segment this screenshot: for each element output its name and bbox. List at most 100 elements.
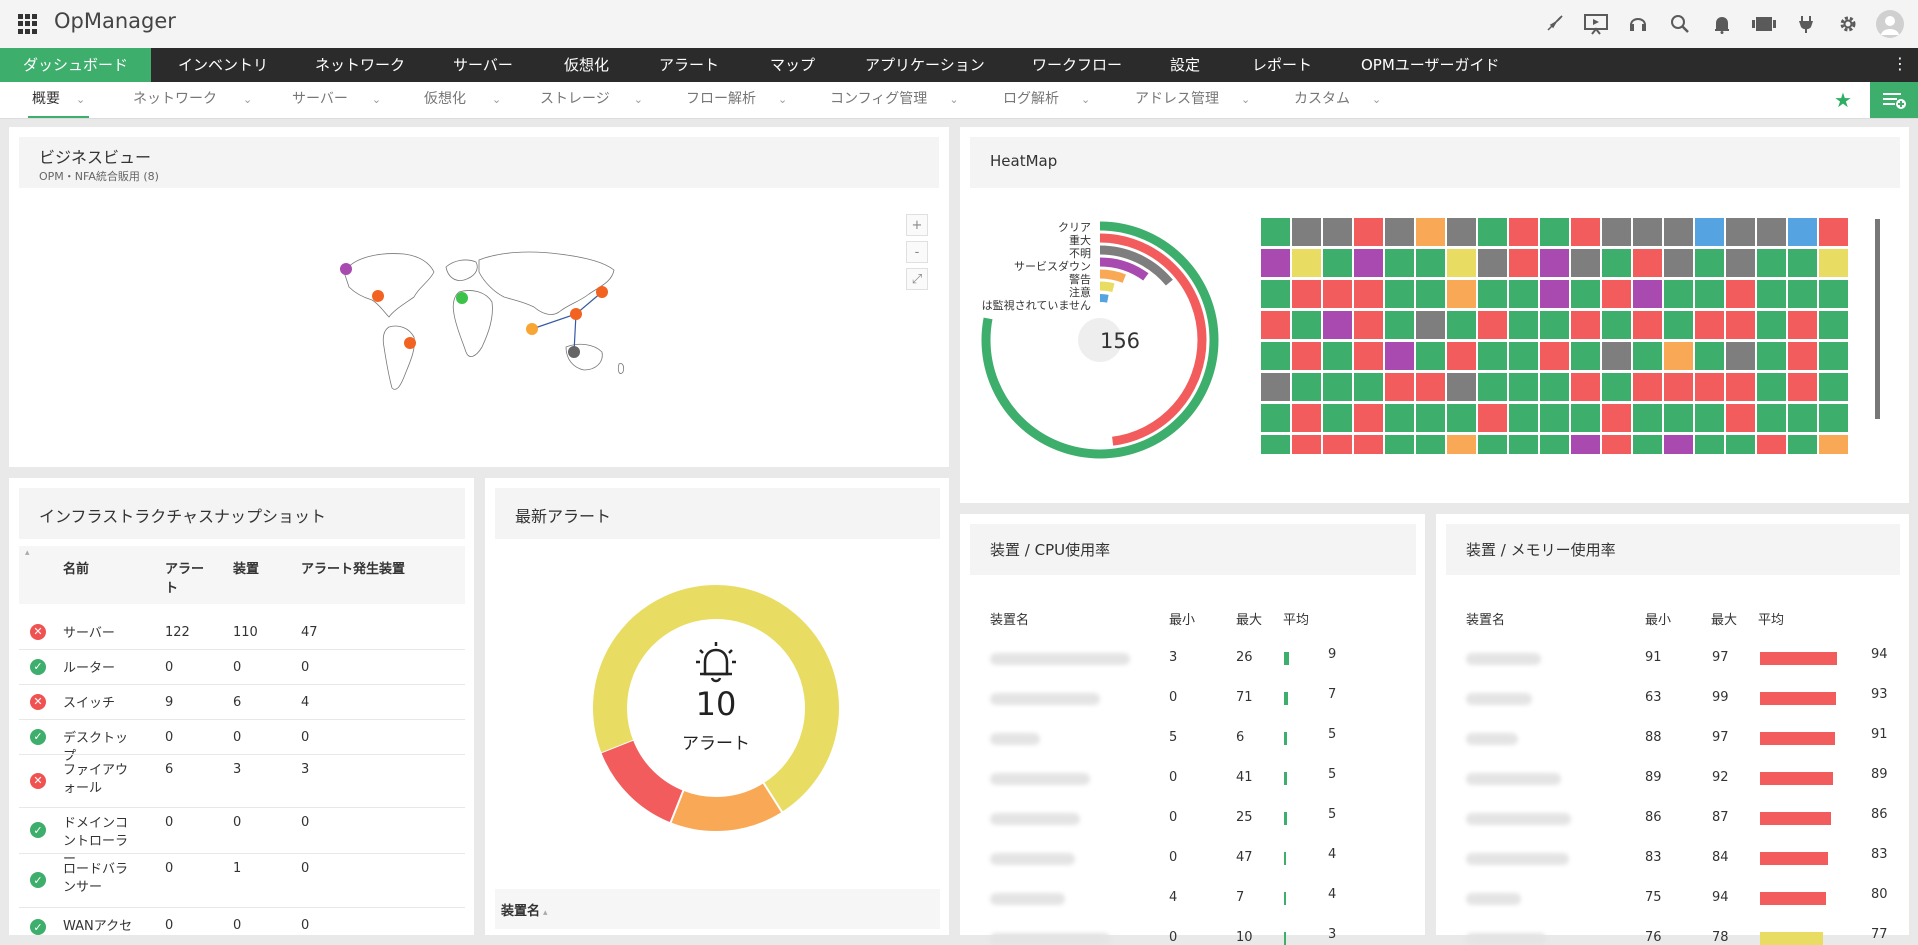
- heatmap-cell[interactable]: [1695, 404, 1724, 432]
- heatmap-cell[interactable]: [1416, 218, 1445, 246]
- chevron-down-icon[interactable]: ⌄: [634, 93, 643, 106]
- heatmap-cell[interactable]: [1478, 404, 1507, 432]
- bell-icon[interactable]: [1708, 10, 1736, 38]
- heatmap-cell[interactable]: [1571, 342, 1600, 370]
- heatmap-cell[interactable]: [1664, 342, 1693, 370]
- heatmap-cell[interactable]: [1571, 435, 1600, 454]
- heatmap-cell[interactable]: [1664, 435, 1693, 454]
- heatmap-cell[interactable]: [1509, 404, 1538, 432]
- more-vertical-icon[interactable]: ⋮: [1892, 54, 1908, 73]
- heatmap-cell[interactable]: [1385, 404, 1414, 432]
- heatmap-cell[interactable]: [1633, 404, 1662, 432]
- heatmap-cell[interactable]: [1664, 404, 1693, 432]
- heatmap-cell[interactable]: [1416, 404, 1445, 432]
- headset-icon[interactable]: [1624, 10, 1652, 38]
- device-name-blurred[interactable]: [990, 653, 1130, 665]
- heatmap-cell[interactable]: [1509, 342, 1538, 370]
- heatmap-cell[interactable]: [1323, 249, 1352, 277]
- row-name[interactable]: サーバー: [63, 625, 137, 643]
- heatmap-cell[interactable]: [1354, 249, 1383, 277]
- heatmap-cell[interactable]: [1664, 311, 1693, 339]
- device-name-blurred[interactable]: [1466, 893, 1521, 905]
- heatmap-cell[interactable]: [1540, 404, 1569, 432]
- heatmap-cell[interactable]: [1292, 373, 1321, 401]
- row-name[interactable]: ロードバランサー: [63, 861, 137, 897]
- heatmap-cell[interactable]: [1447, 218, 1476, 246]
- nav-inventory[interactable]: インベントリ: [178, 48, 268, 82]
- heatmap-cell[interactable]: [1292, 311, 1321, 339]
- heatmap-cell[interactable]: [1664, 373, 1693, 401]
- heatmap-cell[interactable]: [1447, 311, 1476, 339]
- heatmap-cell[interactable]: [1633, 342, 1662, 370]
- heatmap-cell[interactable]: [1509, 435, 1538, 454]
- heatmap-cell[interactable]: [1726, 249, 1755, 277]
- heatmap-cell[interactable]: [1819, 342, 1848, 370]
- chevron-down-icon[interactable]: ⌄: [492, 93, 501, 106]
- device-name-blurred[interactable]: [990, 853, 1075, 865]
- device-name-blurred[interactable]: [1466, 813, 1571, 825]
- device-name-blurred[interactable]: [990, 733, 1040, 745]
- nav-workflow[interactable]: ワークフロー: [1032, 48, 1122, 82]
- cpu-col-max[interactable]: 最大: [1236, 609, 1262, 628]
- device-name-blurred[interactable]: [1466, 693, 1532, 705]
- nav-reports[interactable]: レポート: [1252, 48, 1312, 82]
- memory-col-max[interactable]: 最大: [1711, 609, 1737, 628]
- heatmap-cell[interactable]: [1478, 280, 1507, 308]
- heatmap-cell[interactable]: [1323, 404, 1352, 432]
- heatmap-cell[interactable]: [1633, 249, 1662, 277]
- heatmap-cell[interactable]: [1695, 249, 1724, 277]
- heatmap-cell[interactable]: [1354, 280, 1383, 308]
- heatmap-cell[interactable]: [1509, 218, 1538, 246]
- heatmap-cell[interactable]: [1385, 280, 1414, 308]
- heatmap-cell[interactable]: [1788, 373, 1817, 401]
- heatmap-cell[interactable]: [1664, 218, 1693, 246]
- heatmap-cell[interactable]: [1726, 311, 1755, 339]
- rocket-icon[interactable]: [1540, 10, 1568, 38]
- subnav-network[interactable]: ネットワーク ⌄: [133, 82, 252, 116]
- heatmap-cell[interactable]: [1633, 218, 1662, 246]
- heatmap-cell[interactable]: [1757, 404, 1786, 432]
- heatmap-cell[interactable]: [1757, 218, 1786, 246]
- heatmap-cell[interactable]: [1261, 404, 1290, 432]
- nav-applications[interactable]: アプリケーション: [865, 48, 985, 82]
- chevron-down-icon[interactable]: ⌄: [949, 93, 958, 106]
- favorite-star-icon[interactable]: ★: [1834, 88, 1852, 112]
- nav-dashboard[interactable]: ダッシュボード: [0, 48, 151, 82]
- nav-server[interactable]: サーバー: [453, 48, 513, 82]
- add-widget-button[interactable]: [1870, 82, 1918, 118]
- heatmap-cell[interactable]: [1819, 435, 1848, 454]
- heatmap-cell[interactable]: [1788, 280, 1817, 308]
- subnav-server[interactable]: サーバー ⌄: [292, 82, 381, 116]
- subnav-custom[interactable]: カスタム ⌄: [1294, 82, 1381, 116]
- heatmap-cell[interactable]: [1354, 373, 1383, 401]
- row-name[interactable]: スイッチ: [63, 695, 137, 713]
- heatmap-cell[interactable]: [1323, 311, 1352, 339]
- heatmap-cell[interactable]: [1385, 342, 1414, 370]
- cpu-col-device[interactable]: 装置名: [990, 609, 1029, 628]
- heatmap-cell[interactable]: [1261, 311, 1290, 339]
- chevron-down-icon[interactable]: ⌄: [243, 93, 252, 106]
- sort-icon[interactable]: ▴: [25, 548, 30, 558]
- heatmap-cell[interactable]: [1323, 373, 1352, 401]
- subnav-config-mgmt[interactable]: コンフィグ管理 ⌄: [830, 82, 959, 116]
- heatmap-cell[interactable]: [1819, 218, 1848, 246]
- heatmap-cell[interactable]: [1509, 280, 1538, 308]
- heatmap-cell[interactable]: [1788, 249, 1817, 277]
- heatmap-cell[interactable]: [1602, 280, 1631, 308]
- heatmap-cell[interactable]: [1819, 249, 1848, 277]
- row-name[interactable]: WANアクセ: [63, 918, 137, 936]
- subnav-overview[interactable]: 概要 ⌄: [28, 82, 90, 118]
- heatmap-cell[interactable]: [1416, 311, 1445, 339]
- heatmap-cell[interactable]: [1695, 280, 1724, 308]
- nav-network[interactable]: ネットワーク: [315, 48, 405, 82]
- subnav-flow-analysis[interactable]: フロー解析 ⌄: [686, 82, 787, 116]
- heatmap-cell[interactable]: [1695, 373, 1724, 401]
- device-name-blurred[interactable]: [1466, 853, 1569, 865]
- heatmap-cell[interactable]: [1478, 218, 1507, 246]
- heatmap-cell[interactable]: [1602, 311, 1631, 339]
- heatmap-cell[interactable]: [1540, 311, 1569, 339]
- nav-virtualization[interactable]: 仮想化: [564, 48, 609, 82]
- chevron-down-icon[interactable]: ⌄: [1241, 93, 1250, 106]
- heatmap-cell[interactable]: [1478, 435, 1507, 454]
- heatmap-cell[interactable]: [1261, 280, 1290, 308]
